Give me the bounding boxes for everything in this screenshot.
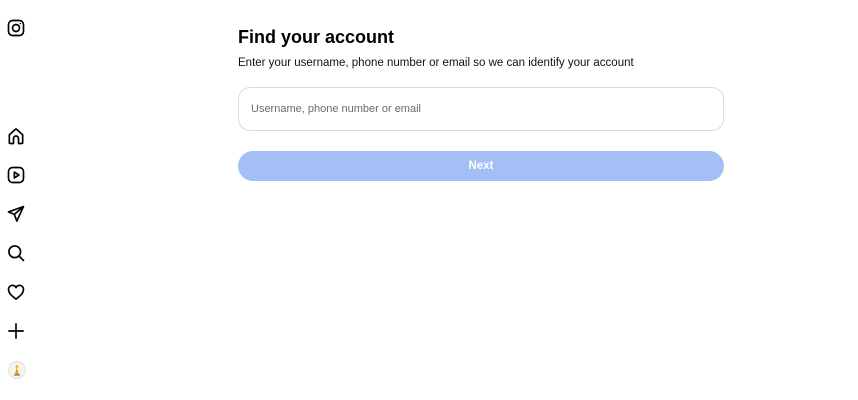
page-title: Find your account bbox=[238, 27, 395, 47]
search-icon[interactable] bbox=[5, 242, 27, 264]
create-plus-icon[interactable] bbox=[5, 320, 27, 342]
profile-avatar[interactable] bbox=[8, 361, 26, 379]
home-icon[interactable] bbox=[5, 125, 27, 147]
next-button[interactable]: Next bbox=[238, 151, 724, 181]
instagram-logo-icon[interactable] bbox=[5, 17, 27, 39]
sidebar bbox=[0, 0, 32, 400]
page-subtitle: Enter your username, phone number or ema… bbox=[238, 57, 634, 69]
notifications-heart-icon[interactable] bbox=[5, 281, 27, 303]
account-identifier-input[interactable] bbox=[239, 88, 723, 130]
search-input-container bbox=[238, 87, 724, 131]
reels-icon[interactable] bbox=[5, 164, 27, 186]
messages-icon[interactable] bbox=[5, 203, 27, 225]
